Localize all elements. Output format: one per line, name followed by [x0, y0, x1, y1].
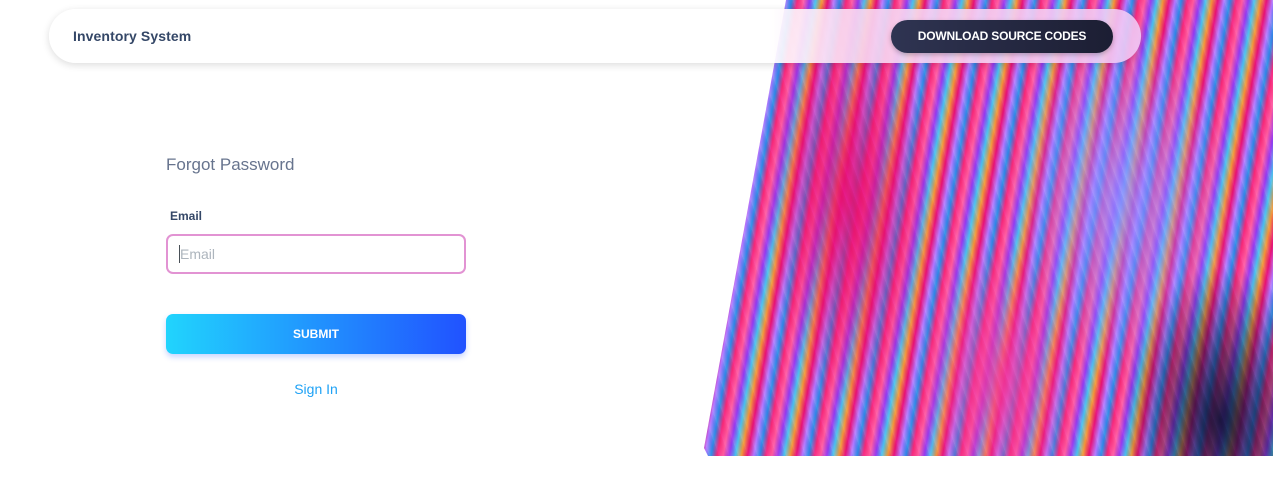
text-caret: [179, 245, 180, 263]
navbar-brand[interactable]: Inventory System: [73, 9, 191, 63]
email-field[interactable]: [166, 234, 466, 274]
page: Inventory System DOWNLOAD SOURCE CODES F…: [0, 0, 1273, 501]
background-art-texture: [704, 0, 1273, 456]
submit-button[interactable]: SUBMIT: [166, 314, 466, 354]
download-source-codes-button[interactable]: DOWNLOAD SOURCE CODES: [891, 20, 1113, 53]
sign-in-link[interactable]: Sign In: [166, 381, 466, 397]
email-label: Email: [170, 209, 203, 223]
page-title: Forgot Password: [166, 155, 295, 174]
navbar: Inventory System DOWNLOAD SOURCE CODES: [49, 9, 1141, 63]
